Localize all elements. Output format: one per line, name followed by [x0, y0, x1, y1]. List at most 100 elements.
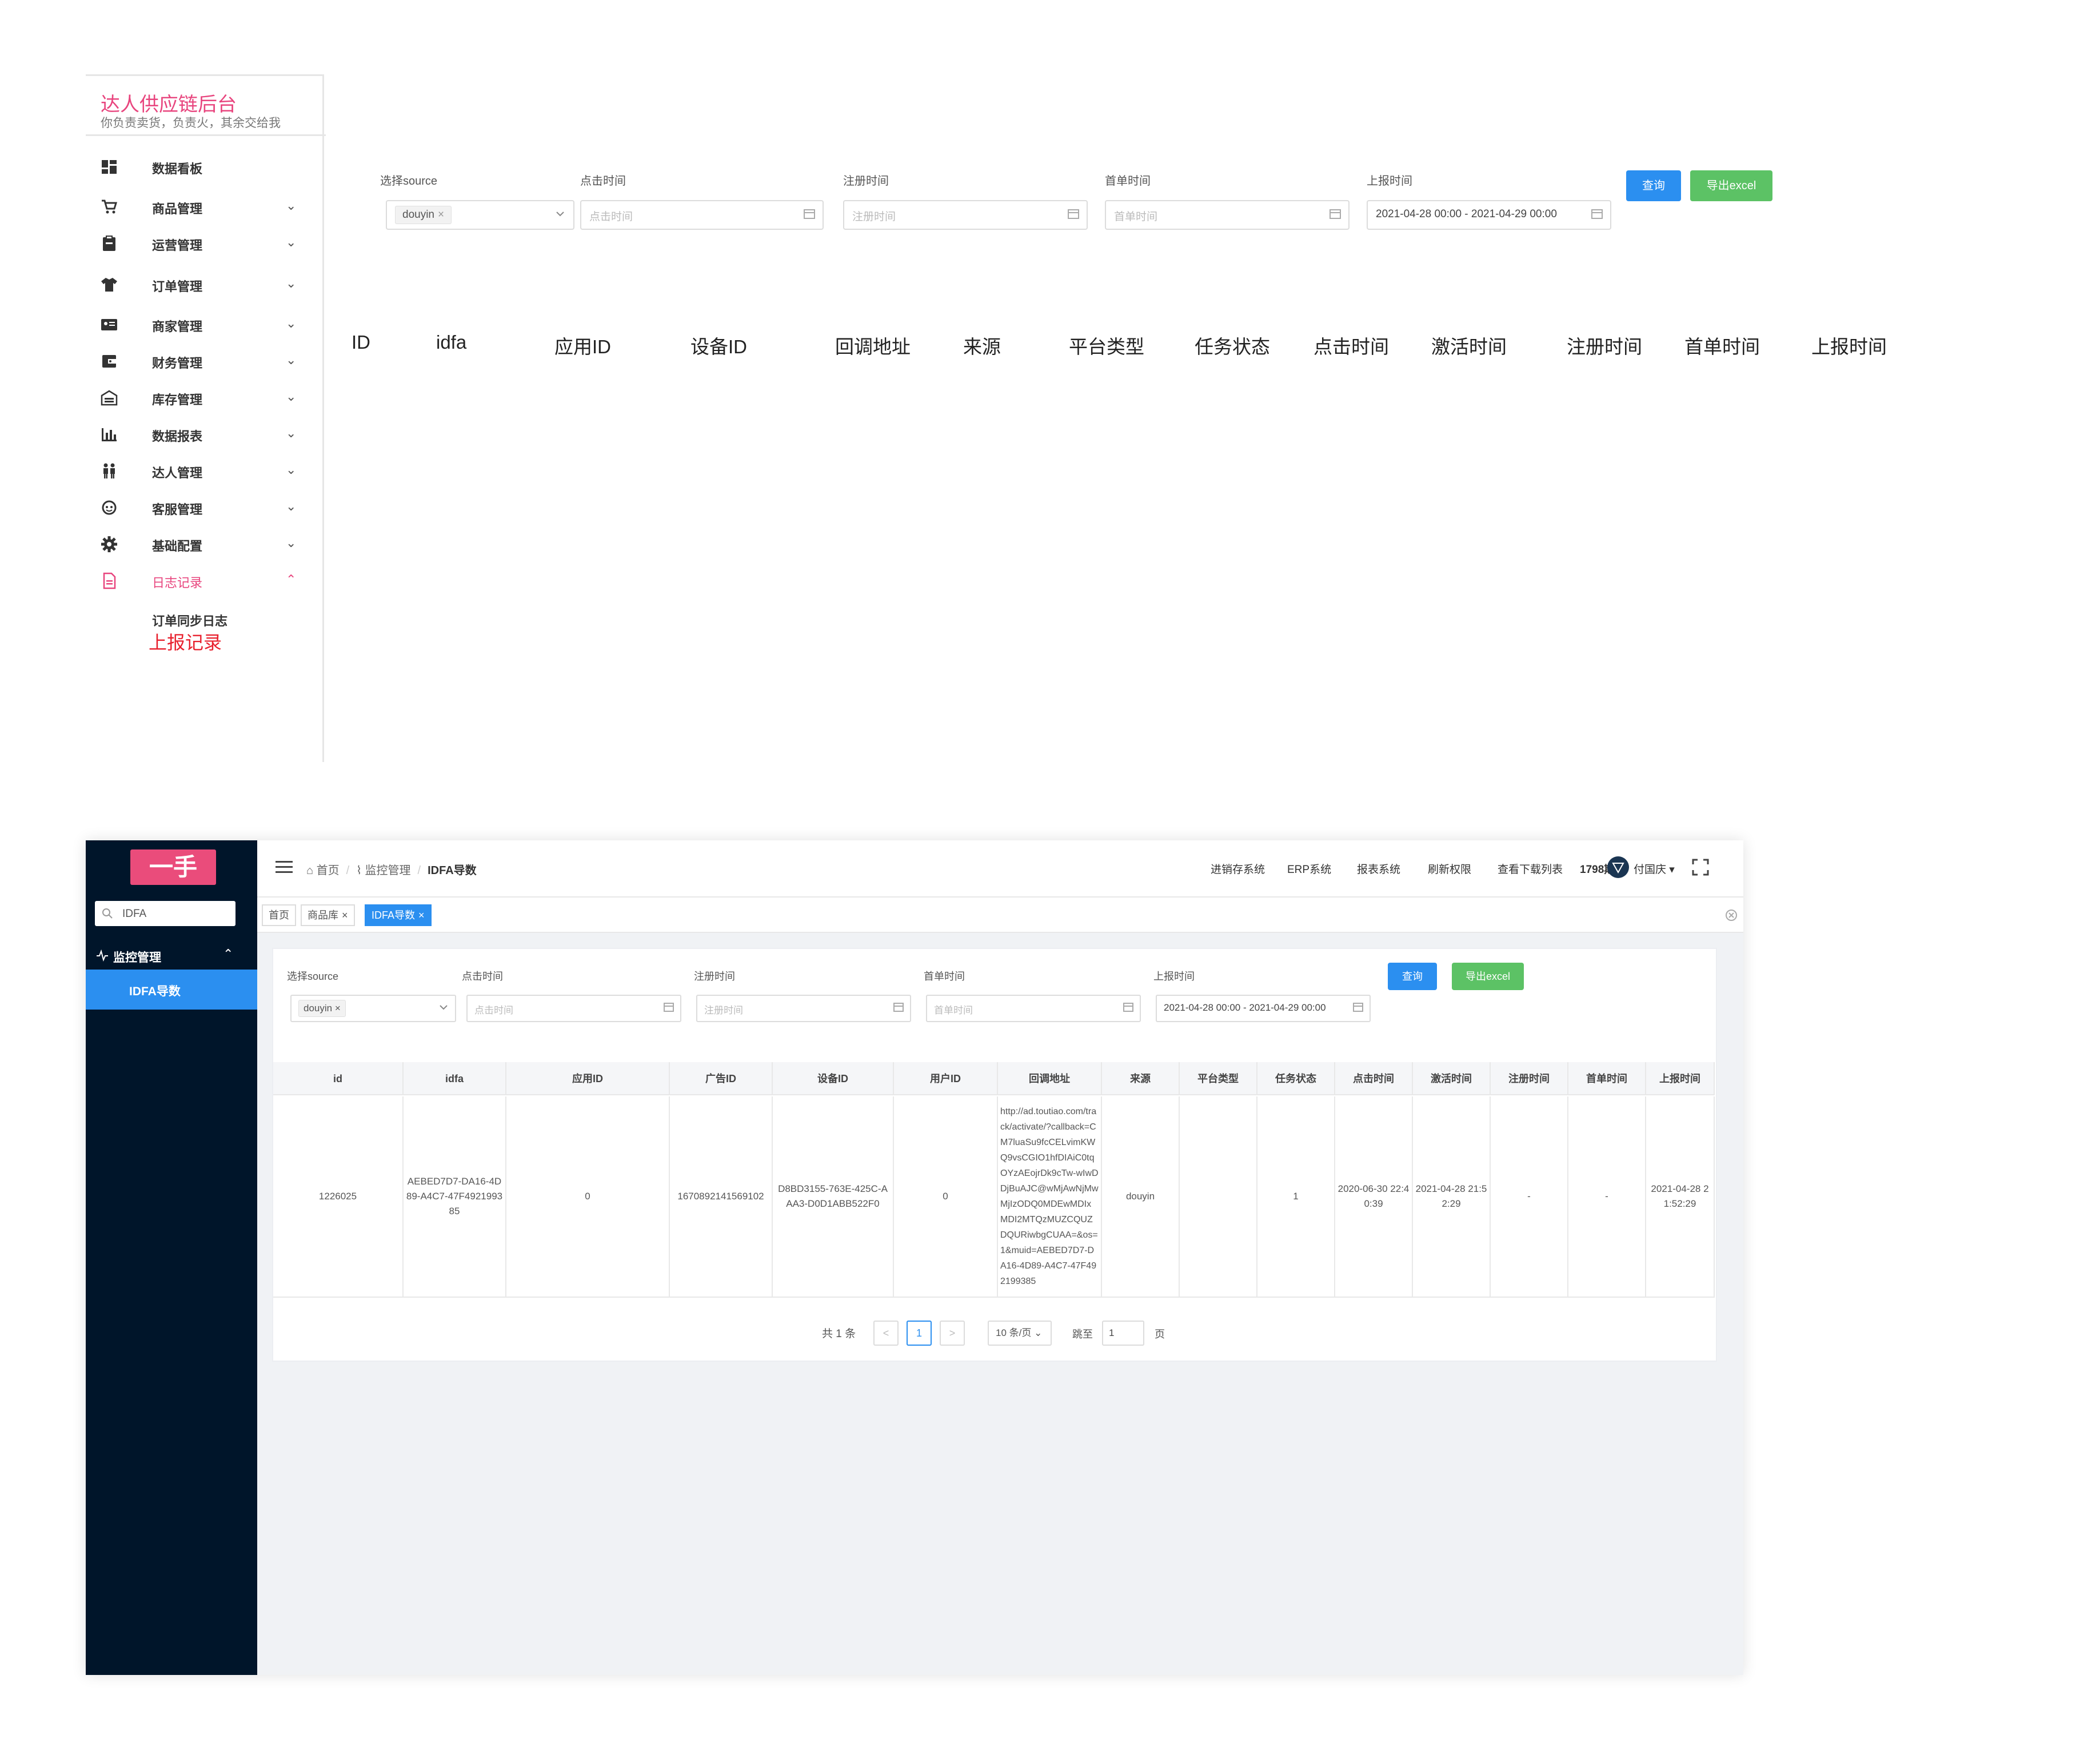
first-order-time-picker[interactable]: 首单时间 — [926, 995, 1141, 1022]
legacy-admin-mockup: 达人供应链后台 你负责卖货，负责火，其余交给我 数据看板 商品管理 ⌄ 运营管理… — [86, 74, 2043, 762]
nav-download-list[interactable]: 查看下载列表 — [1498, 861, 1563, 876]
chevron-up-icon: ⌃ — [223, 947, 234, 961]
column-header[interactable]: 平台类型 — [1180, 1062, 1257, 1095]
sidebar-item-idfa-export[interactable]: IDFA导数 — [86, 970, 257, 1010]
nav-inventory-system[interactable]: 进销存系统 — [1211, 861, 1265, 876]
tab-idfa-export[interactable]: IDFA导数 × — [365, 904, 432, 926]
source-tag[interactable]: douyin × — [395, 206, 452, 224]
column-header[interactable]: 设备ID — [773, 1062, 894, 1095]
column-header[interactable]: 上报时间 — [1646, 1062, 1715, 1095]
tab-home[interactable]: 首页 — [262, 904, 296, 926]
document-icon — [103, 572, 116, 589]
chevron-down-icon: ⌄ — [286, 536, 297, 550]
breadcrumb: ⌂ 首页 / ⌇ 监控管理 / IDFA导数 — [306, 864, 477, 877]
pulse-icon: ⌇ — [356, 864, 362, 877]
report-time-picker[interactable]: 2021-04-28 00:00 - 2021-04-29 00:00 — [1367, 200, 1611, 230]
first-order-time-label: 首单时间 — [1105, 175, 1151, 188]
column-header[interactable]: id — [273, 1062, 404, 1095]
sidebar-item-label: 客服管理 — [152, 502, 203, 517]
source-select[interactable]: douyin × — [386, 200, 574, 230]
first-order-time-picker[interactable]: 首单时间 — [1105, 200, 1350, 230]
divider — [86, 134, 326, 136]
sidebar-subitem-order-sync-log[interactable]: 订单同步日志 — [152, 611, 227, 629]
page-1-button[interactable]: 1 — [907, 1321, 932, 1346]
sidebar-item-orders[interactable]: 订单管理 ⌄ — [86, 270, 314, 299]
next-page-button[interactable]: > — [940, 1321, 965, 1346]
bar-chart-icon — [102, 428, 117, 441]
close-icon: × — [438, 209, 445, 221]
nav-refresh-permissions[interactable]: 刷新权限 — [1428, 861, 1471, 876]
sidebar-item-customer-service[interactable]: 客服管理 ⌄ — [86, 493, 314, 522]
source-tag[interactable]: douyin × — [298, 1000, 346, 1017]
page-size-select[interactable]: 10 条/页 ⌄ — [988, 1321, 1052, 1346]
fullscreen-icon[interactable] — [1692, 859, 1709, 876]
dashboard-icon — [102, 160, 117, 174]
sidebar-item-products[interactable]: 商品管理 ⌄ — [86, 193, 314, 221]
sidebar-item-label: 运营管理 — [152, 238, 203, 253]
table-cell: 2020-06-30 22:40:39 — [1335, 1096, 1413, 1298]
wallet-icon — [102, 355, 116, 368]
calendar-icon — [804, 209, 815, 219]
report-time-picker[interactable]: 2021-04-28 00:00 - 2021-04-29 00:00 — [1156, 995, 1371, 1022]
click-time-picker[interactable]: 点击时间 — [580, 200, 824, 230]
avatar[interactable] — [1607, 856, 1629, 878]
nav-report-system[interactable]: 报表系统 — [1357, 861, 1400, 876]
column-header: 来源 — [963, 336, 1001, 357]
column-header[interactable]: 应用ID — [506, 1062, 670, 1095]
sidebar-subitem-report-records[interactable]: 上报记录 — [149, 628, 222, 655]
sidebar-item-config[interactable]: 基础配置 ⌄ — [86, 530, 314, 559]
sidebar-item-inventory[interactable]: 库存管理 ⌄ — [86, 384, 314, 412]
sidebar-item-logs[interactable]: 日志记录 ⌃ — [86, 567, 314, 595]
sidebar-item-operations[interactable]: 运营管理 ⌄ — [86, 229, 314, 258]
source-select[interactable]: douyin × — [290, 995, 456, 1022]
prev-page-button[interactable]: < — [873, 1321, 899, 1346]
table-header: ID idfa 应用ID 设备ID 回调地址 来源 平台类型 任务状态 点击时间… — [352, 332, 2009, 360]
sidebar-item-label: 数据报表 — [152, 429, 203, 444]
column-header[interactable]: 来源 — [1102, 1062, 1180, 1095]
cart-icon — [102, 200, 118, 214]
column-header[interactable]: 注册时间 — [1491, 1062, 1568, 1095]
table-cell: douyin — [1102, 1096, 1180, 1298]
click-time-picker[interactable]: 点击时间 — [466, 995, 681, 1022]
nav-erp-system[interactable]: ERP系统 — [1287, 861, 1331, 876]
column-header[interactable]: 首单时间 — [1568, 1062, 1646, 1095]
breadcrumb-home[interactable]: 首页 — [317, 864, 340, 877]
query-button[interactable]: 查询 — [1626, 170, 1681, 201]
column-header[interactable]: 任务状态 — [1257, 1062, 1335, 1095]
column-header: 注册时间 — [1567, 336, 1642, 357]
chevron-down-icon — [440, 1005, 448, 1010]
calendar-icon — [1123, 1003, 1133, 1012]
source-label: 选择source — [380, 175, 438, 188]
register-time-picker[interactable]: 注册时间 — [843, 200, 1088, 230]
menu-search-input[interactable]: IDFA — [95, 901, 235, 926]
sidebar-group-monitor[interactable]: 监控管理 ⌃ — [86, 941, 257, 970]
query-button[interactable]: 查询 — [1388, 963, 1437, 990]
user-menu[interactable]: 付国庆 ▾ — [1634, 861, 1675, 876]
close-all-tabs-icon[interactable] — [1725, 909, 1738, 922]
menu-toggle-icon[interactable] — [276, 860, 293, 875]
sidebar-item-influencers[interactable]: 达人管理 ⌄ — [86, 457, 314, 485]
idfa-admin-window: 一手 IDFA 监控管理 ⌃ IDFA导数 ⌂ 首页 / ⌇ 监控管理 / IDFA导数… — [86, 840, 1743, 1675]
sidebar-item-merchants[interactable]: 商家管理 ⌄ — [86, 310, 314, 339]
tab-product-library[interactable]: 商品库 × — [301, 904, 355, 926]
click-time-label: 点击时间 — [580, 175, 626, 188]
pulse-icon — [97, 949, 108, 962]
column-header[interactable]: 广告ID — [670, 1062, 773, 1095]
chevron-down-icon: ⌄ — [286, 316, 297, 330]
calendar-icon — [1330, 209, 1341, 219]
register-time-picker[interactable]: 注册时间 — [696, 995, 911, 1022]
sidebar-item-reports[interactable]: 数据报表 ⌄ — [86, 420, 314, 449]
sidebar-item-dashboard[interactable]: 数据看板 — [86, 153, 314, 181]
export-excel-button[interactable]: 导出excel — [1452, 963, 1524, 990]
sidebar-item-finance[interactable]: 财务管理 ⌄ — [86, 347, 314, 376]
table-cell: 0 — [894, 1096, 998, 1298]
clipboard-icon — [103, 236, 115, 251]
column-header[interactable]: 激活时间 — [1413, 1062, 1491, 1095]
goto-page-input[interactable]: 1 — [1102, 1321, 1144, 1346]
column-header[interactable]: 点击时间 — [1335, 1062, 1413, 1095]
column-header[interactable]: 回调地址 — [998, 1062, 1102, 1095]
export-excel-button[interactable]: 导出excel — [1690, 170, 1772, 201]
column-header[interactable]: idfa — [404, 1062, 506, 1095]
breadcrumb-section[interactable]: 监控管理 — [365, 864, 411, 877]
column-header[interactable]: 用户ID — [894, 1062, 998, 1095]
